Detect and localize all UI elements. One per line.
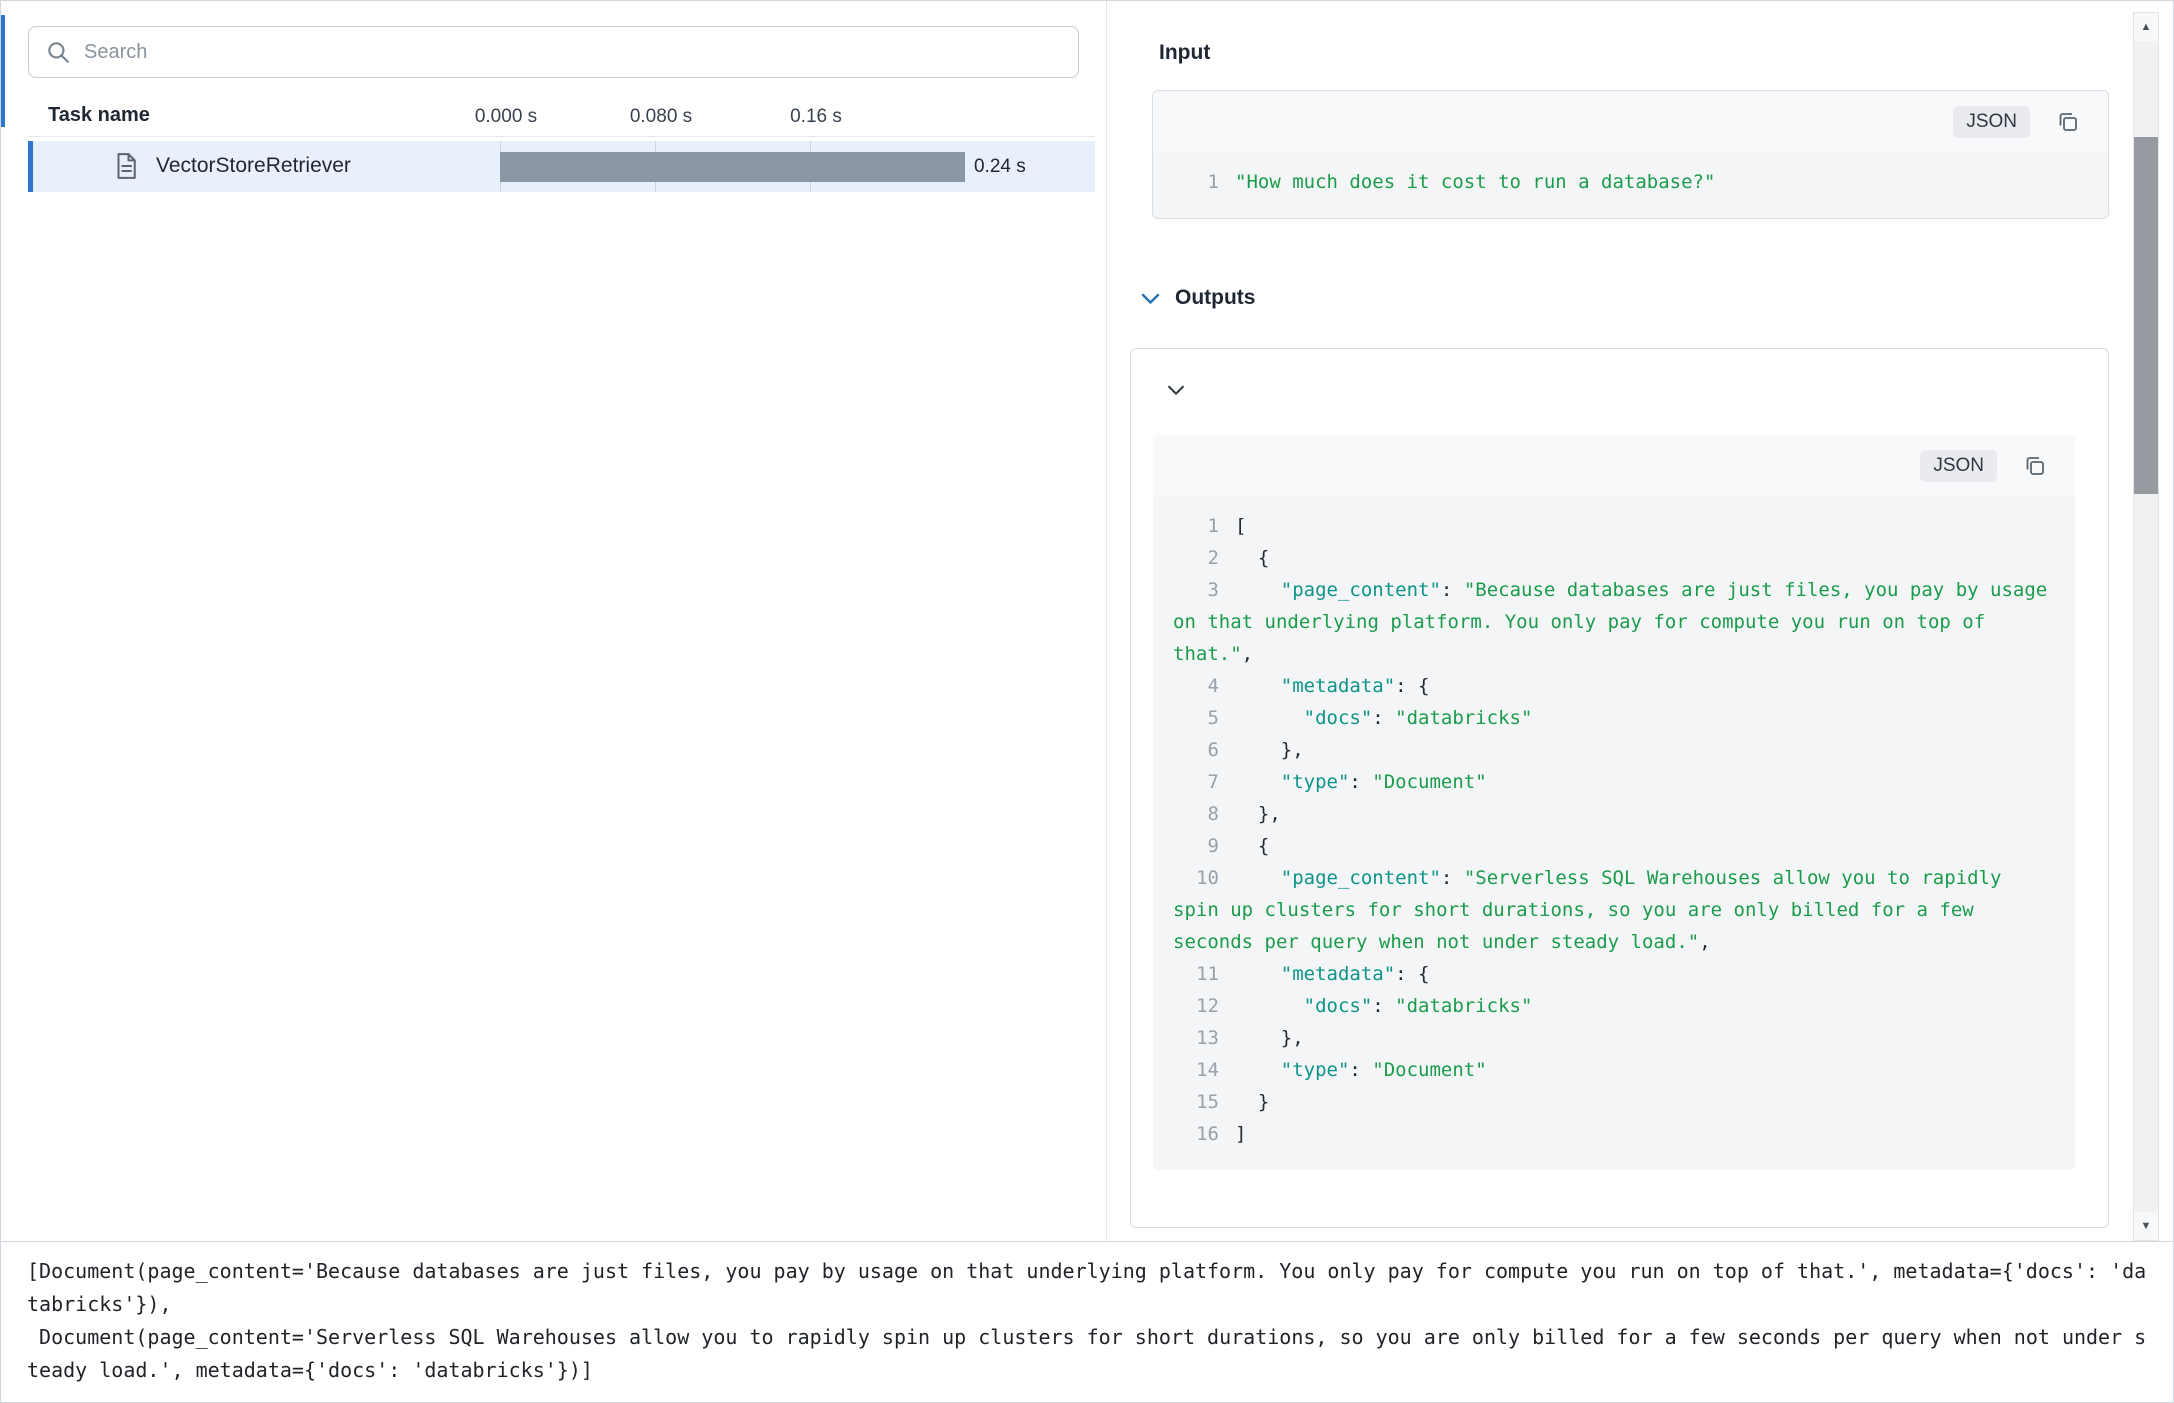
outputs-section-title: Outputs	[1175, 286, 1255, 310]
line-number: 11	[1173, 958, 1219, 990]
line-number: 3	[1173, 574, 1219, 606]
trace-viewer: Task name 0.000 s 0.080 s 0.16 s	[0, 0, 2174, 1403]
line-number: 14	[1173, 1054, 1219, 1086]
outputs-card: JSON 1[2 {3 "page_content": "Because dat…	[1130, 348, 2109, 1228]
raw-output-line: [Document(page_content='Because database…	[27, 1255, 2147, 1321]
outputs-code-block: JSON 1[2 {3 "page_content": "Because dat…	[1153, 435, 2075, 1170]
line-number: 6	[1173, 734, 1219, 766]
raw-output-line: Document(page_content='Serverless SQL Wa…	[27, 1321, 2147, 1387]
task-timeline-panel: Task name 0.000 s 0.080 s 0.16 s	[1, 1, 1106, 1241]
search-input[interactable]	[84, 41, 1062, 64]
code-line: 14 "type": "Document"	[1173, 1054, 2055, 1086]
span-detail-panel: Input JSON 1"How much does it cost to ru…	[1106, 1, 2173, 1241]
search-box[interactable]	[28, 26, 1079, 78]
code-line: 11 "metadata": {	[1173, 958, 2055, 990]
duration-bar	[500, 152, 965, 182]
line-number: 10	[1173, 862, 1219, 894]
json-format-chip[interactable]: JSON	[1920, 450, 1997, 482]
duration-label: 0.24 s	[974, 156, 1026, 178]
raw-output-panel: [Document(page_content='Because database…	[1, 1241, 2173, 1402]
line-number: 2	[1173, 542, 1219, 574]
time-tick-label: 0.16 s	[790, 106, 842, 128]
line-number: 12	[1173, 990, 1219, 1022]
line-number: 1	[1173, 510, 1219, 542]
scrollbar-thumb[interactable]	[2134, 137, 2158, 494]
line-number: 8	[1173, 798, 1219, 830]
code-line: 10 "page_content": "Serverless SQL Wareh…	[1173, 862, 2055, 958]
json-format-chip[interactable]: JSON	[1953, 106, 2030, 138]
code-line: 5 "docs": "databricks"	[1173, 702, 2055, 734]
code-line: 9 {	[1173, 830, 2055, 862]
code-line: 1[	[1173, 510, 2055, 542]
line-number: 5	[1173, 702, 1219, 734]
line-number: 9	[1173, 830, 1219, 862]
chevron-down-icon[interactable]	[1141, 292, 1160, 305]
input-code: 1"How much does it cost to run a databas…	[1153, 152, 2108, 218]
task-table-header: Task name 0.000 s 0.080 s 0.16 s	[28, 97, 1095, 137]
scrollbar-up-arrow[interactable]: ▲	[2134, 13, 2158, 41]
outputs-code-toolbar: JSON	[1153, 435, 2075, 496]
code-line: 2 {	[1173, 542, 2055, 574]
search-icon	[45, 39, 71, 65]
outputs-section-header[interactable]: Outputs	[1141, 286, 1255, 310]
vertical-scrollbar[interactable]: ▲ ▼	[2133, 12, 2159, 1241]
copy-icon[interactable]	[2023, 454, 2047, 478]
code-line: 15 }	[1173, 1086, 2055, 1118]
line-number: 1	[1173, 166, 1219, 198]
input-code-toolbar: JSON	[1153, 91, 2108, 152]
line-number: 7	[1173, 766, 1219, 798]
line-number: 4	[1173, 670, 1219, 702]
code-line: 13 },	[1173, 1022, 2055, 1054]
line-number: 13	[1173, 1022, 1219, 1054]
left-edge-accent	[1, 15, 5, 127]
line-number: 15	[1173, 1086, 1219, 1118]
code-line: 3 "page_content": "Because databases are…	[1173, 574, 2055, 670]
main-area: Task name 0.000 s 0.080 s 0.16 s	[1, 1, 2173, 1241]
document-icon	[111, 151, 141, 181]
time-tick-label: 0.080 s	[630, 106, 692, 128]
input-code-card: JSON 1"How much does it cost to run a da…	[1152, 90, 2109, 219]
chevron-down-icon[interactable]	[1167, 383, 1185, 401]
copy-icon[interactable]	[2056, 110, 2080, 134]
outputs-code: 1[2 {3 "page_content": "Because database…	[1153, 496, 2075, 1170]
task-name: VectorStoreRetriever	[156, 154, 351, 178]
code-line: 8 },	[1173, 798, 2055, 830]
code-line: 7 "type": "Document"	[1173, 766, 2055, 798]
code-line: 12 "docs": "databricks"	[1173, 990, 2055, 1022]
input-section-title: Input	[1159, 41, 1210, 65]
line-number: 16	[1173, 1118, 1219, 1150]
code-line: 1"How much does it cost to run a databas…	[1173, 166, 2088, 198]
selected-row-accent	[28, 141, 33, 192]
code-line: 16]	[1173, 1118, 2055, 1150]
task-row-vectorstoreretriever[interactable]: VectorStoreRetriever 0.24 s	[28, 141, 1095, 192]
time-tick-label: 0.000 s	[475, 106, 537, 128]
scrollbar-down-arrow[interactable]: ▼	[2134, 1212, 2158, 1240]
raw-output-text: [Document(page_content='Because database…	[27, 1255, 2147, 1387]
code-line: 4 "metadata": {	[1173, 670, 2055, 702]
code-line: 6 },	[1173, 734, 2055, 766]
task-name-column-header: Task name	[48, 104, 150, 127]
